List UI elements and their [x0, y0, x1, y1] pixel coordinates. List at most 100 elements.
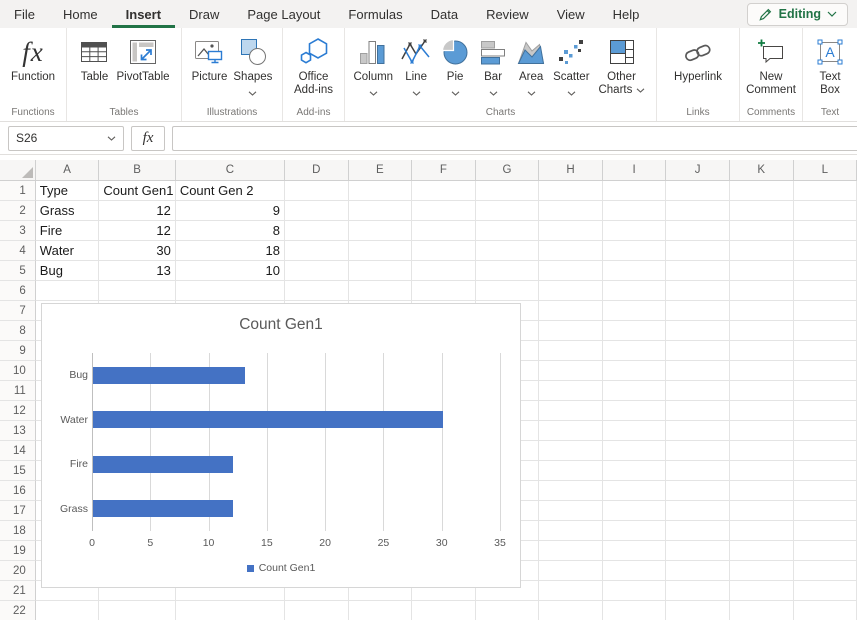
- cell-H11[interactable]: [539, 381, 603, 401]
- row-header-9[interactable]: 9: [0, 341, 36, 361]
- cell-E6[interactable]: [349, 281, 413, 301]
- cell-B6[interactable]: [99, 281, 175, 301]
- cell-H5[interactable]: [539, 261, 603, 281]
- ribbon-item-pie[interactable]: Pie: [436, 32, 474, 95]
- cell-D3[interactable]: [285, 221, 349, 241]
- cell-H21[interactable]: [539, 581, 603, 601]
- cell-J18[interactable]: [666, 521, 730, 541]
- cell-L21[interactable]: [794, 581, 857, 601]
- menu-tab-page-layout[interactable]: Page Layout: [233, 0, 334, 28]
- cell-J21[interactable]: [666, 581, 730, 601]
- chevron-down-icon[interactable]: [107, 136, 116, 141]
- cell-I21[interactable]: [603, 581, 667, 601]
- cell-D2[interactable]: [285, 201, 349, 221]
- cell-H15[interactable]: [539, 461, 603, 481]
- menu-tab-insert[interactable]: Insert: [112, 0, 175, 28]
- menu-tab-review[interactable]: Review: [472, 0, 543, 28]
- cell-I7[interactable]: [603, 301, 667, 321]
- cell-L13[interactable]: [794, 421, 857, 441]
- cell-H4[interactable]: [539, 241, 603, 261]
- ribbon-item-shapes[interactable]: Shapes: [230, 32, 275, 95]
- cell-F2[interactable]: [412, 201, 476, 221]
- row-header-16[interactable]: 16: [0, 481, 36, 501]
- cell-K20[interactable]: [730, 561, 794, 581]
- cell-L4[interactable]: [794, 241, 857, 261]
- cell-D22[interactable]: [285, 601, 349, 620]
- cell-A3[interactable]: Fire: [36, 221, 100, 241]
- cell-B5[interactable]: 13: [99, 261, 175, 281]
- cell-J3[interactable]: [666, 221, 730, 241]
- cell-E22[interactable]: [349, 601, 413, 620]
- ribbon-item-bar[interactable]: Bar: [474, 32, 512, 95]
- ribbon-item-hyperlink[interactable]: Hyperlink: [671, 32, 725, 85]
- column-header-a[interactable]: A: [36, 160, 100, 181]
- cell-J2[interactable]: [666, 201, 730, 221]
- cell-G5[interactable]: [476, 261, 540, 281]
- cell-L16[interactable]: [794, 481, 857, 501]
- cell-K17[interactable]: [730, 501, 794, 521]
- row-header-1[interactable]: 1: [0, 181, 36, 201]
- cell-G1[interactable]: [476, 181, 540, 201]
- cell-I2[interactable]: [603, 201, 667, 221]
- chevron-down-icon[interactable]: [369, 87, 378, 94]
- cell-H2[interactable]: [539, 201, 603, 221]
- chevron-down-icon[interactable]: [632, 84, 644, 96]
- cell-J13[interactable]: [666, 421, 730, 441]
- cell-J4[interactable]: [666, 241, 730, 261]
- cell-J11[interactable]: [666, 381, 730, 401]
- cell-F1[interactable]: [412, 181, 476, 201]
- ribbon-item-new-comment[interactable]: New Comment: [741, 32, 801, 98]
- cell-H22[interactable]: [539, 601, 603, 620]
- cell-K1[interactable]: [730, 181, 794, 201]
- cell-J1[interactable]: [666, 181, 730, 201]
- cell-L7[interactable]: [794, 301, 857, 321]
- row-header-13[interactable]: 13: [0, 421, 36, 441]
- cell-K22[interactable]: [730, 601, 794, 620]
- cell-C3[interactable]: 8: [176, 221, 285, 241]
- cell-D4[interactable]: [285, 241, 349, 261]
- cell-L11[interactable]: [794, 381, 857, 401]
- cell-J5[interactable]: [666, 261, 730, 281]
- cell-B3[interactable]: 12: [99, 221, 175, 241]
- cell-A5[interactable]: Bug: [36, 261, 100, 281]
- menu-tab-draw[interactable]: Draw: [175, 0, 233, 28]
- column-header-h[interactable]: H: [539, 160, 603, 181]
- ribbon-item-pivottable[interactable]: PivotTable: [113, 32, 172, 85]
- row-header-19[interactable]: 19: [0, 541, 36, 561]
- cell-J15[interactable]: [666, 461, 730, 481]
- cell-I15[interactable]: [603, 461, 667, 481]
- cell-K6[interactable]: [730, 281, 794, 301]
- cell-E4[interactable]: [349, 241, 413, 261]
- row-header-10[interactable]: 10: [0, 361, 36, 381]
- row-header-18[interactable]: 18: [0, 521, 36, 541]
- cell-K12[interactable]: [730, 401, 794, 421]
- cell-I22[interactable]: [603, 601, 667, 620]
- cell-G2[interactable]: [476, 201, 540, 221]
- cell-F5[interactable]: [412, 261, 476, 281]
- ribbon-item-other-charts[interactable]: Other Charts: [593, 32, 651, 98]
- chevron-down-icon[interactable]: [567, 87, 576, 94]
- row-header-5[interactable]: 5: [0, 261, 36, 281]
- cell-I10[interactable]: [603, 361, 667, 381]
- cell-I8[interactable]: [603, 321, 667, 341]
- cell-E1[interactable]: [349, 181, 413, 201]
- cell-A22[interactable]: [36, 601, 100, 620]
- cell-L22[interactable]: [794, 601, 857, 620]
- chevron-down-icon[interactable]: [451, 87, 460, 94]
- cell-L5[interactable]: [794, 261, 857, 281]
- row-header-3[interactable]: 3: [0, 221, 36, 241]
- chevron-down-icon[interactable]: [489, 87, 498, 94]
- name-box[interactable]: S26: [8, 126, 124, 151]
- cell-E3[interactable]: [349, 221, 413, 241]
- cell-F22[interactable]: [412, 601, 476, 620]
- cell-K13[interactable]: [730, 421, 794, 441]
- cell-J9[interactable]: [666, 341, 730, 361]
- cell-H10[interactable]: [539, 361, 603, 381]
- cell-F4[interactable]: [412, 241, 476, 261]
- menu-tab-data[interactable]: Data: [417, 0, 472, 28]
- cell-K18[interactable]: [730, 521, 794, 541]
- cell-G6[interactable]: [476, 281, 540, 301]
- column-header-e[interactable]: E: [349, 160, 413, 181]
- cell-K3[interactable]: [730, 221, 794, 241]
- row-header-21[interactable]: 21: [0, 581, 36, 601]
